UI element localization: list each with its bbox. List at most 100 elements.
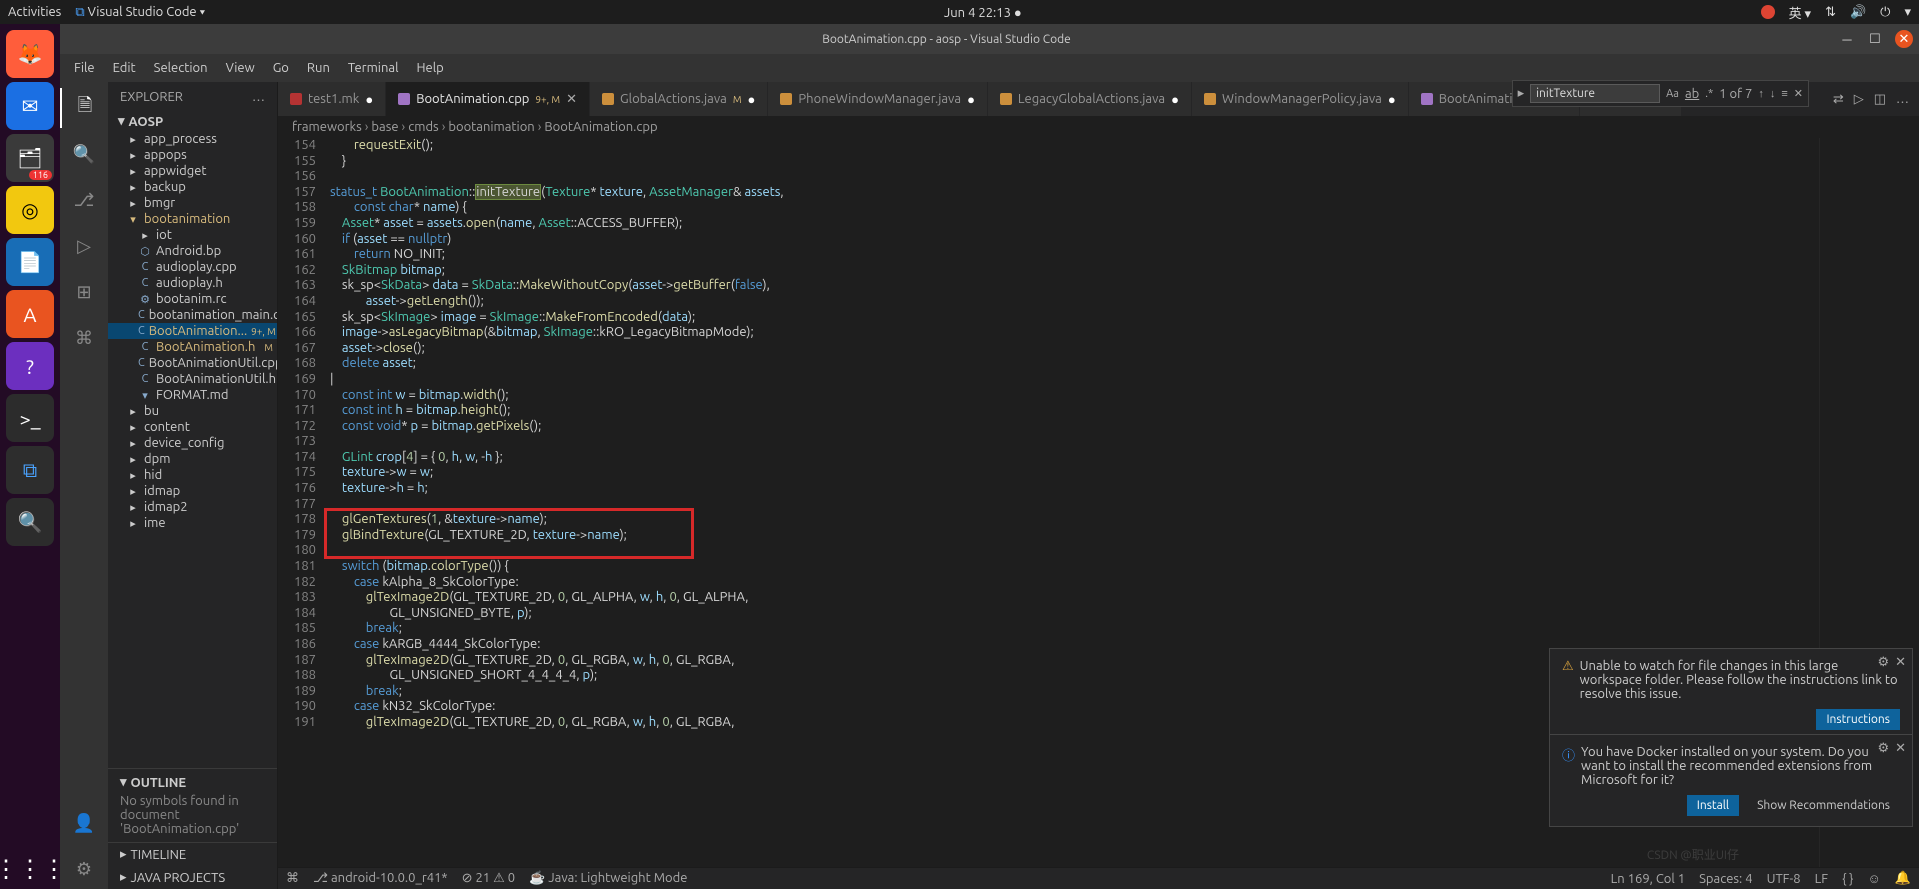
menu-terminal[interactable]: Terminal <box>340 58 407 78</box>
close-icon[interactable]: ✕ <box>1794 87 1803 100</box>
chevron-down-icon[interactable]: ▾ <box>1904 5 1911 20</box>
problems-status[interactable]: ⊘ 21 ⚠ 0 <box>462 871 515 886</box>
tree-item[interactable]: ▸appwidget <box>108 163 277 179</box>
notification-dot-icon[interactable] <box>1761 5 1775 19</box>
breadcrumb-item[interactable]: BootAnimation.cpp <box>544 120 657 134</box>
chevron-right-icon[interactable]: ▸ <box>120 870 127 885</box>
launcher-files[interactable]: 🗂116 <box>6 134 54 182</box>
launcher-firefox[interactable]: 🦊 <box>6 30 54 78</box>
tree-item[interactable]: ⬡Android.bp <box>108 243 277 259</box>
launcher-vscode[interactable]: ⧉ <box>6 446 54 494</box>
chevron-down-icon[interactable]: ▾ <box>118 114 125 129</box>
tree-item[interactable]: ▾FORMAT.md <box>108 387 277 403</box>
tree-item[interactable]: ▸iot <box>108 227 277 243</box>
editor-tab[interactable]: PhoneWindowManager.java● <box>768 82 988 116</box>
run-debug-icon[interactable]: ▷ <box>60 226 108 266</box>
window-minimize[interactable]: ─ <box>1833 29 1861 49</box>
show-recommendations-button[interactable]: Show Recommendations <box>1747 795 1900 816</box>
install-button[interactable]: Install <box>1687 795 1739 816</box>
menu-edit[interactable]: Edit <box>105 58 144 78</box>
sidebar-more-icon[interactable]: … <box>252 90 265 104</box>
show-apps-icon[interactable]: ⋮⋮⋮ <box>0 855 66 883</box>
menu-help[interactable]: Help <box>408 58 451 78</box>
cursor-position[interactable]: Ln 169, Col 1 <box>1611 872 1685 886</box>
file-tree[interactable]: ▸app_process▸appops▸appwidget▸backup▸bmg… <box>108 131 277 768</box>
find-in-selection-icon[interactable]: ≡ <box>1781 88 1787 100</box>
tree-item[interactable]: ▸idmap <box>108 483 277 499</box>
editor-tab[interactable]: GlobalActions.javaM● <box>590 82 768 116</box>
encoding[interactable]: UTF-8 <box>1767 872 1801 886</box>
accounts-icon[interactable]: 👤 <box>60 803 108 843</box>
tree-item[interactable]: Caudioplay.h <box>108 275 277 291</box>
prev-match-icon[interactable]: ↑ <box>1758 88 1764 100</box>
breadcrumb-item[interactable]: bootanimation <box>448 120 534 134</box>
ime-indicator[interactable]: 英 ▾ <box>1789 3 1812 22</box>
close-icon[interactable]: ✕ <box>1895 741 1906 756</box>
tree-item[interactable]: ▸content <box>108 419 277 435</box>
editor-tab[interactable]: BootAnimation.cpp9+, M✕ <box>386 82 590 116</box>
tree-item[interactable]: ▸backup <box>108 179 277 195</box>
tree-item[interactable]: CBootAnimation.hM <box>108 339 277 355</box>
split-icon[interactable]: ◫ <box>1874 92 1886 107</box>
tree-item[interactable]: ▸dpm <box>108 451 277 467</box>
match-case-icon[interactable]: Aa <box>1666 88 1679 100</box>
compare-icon[interactable]: ⇄ <box>1833 92 1844 107</box>
tree-item[interactable]: ▸ime <box>108 515 277 531</box>
tree-item[interactable]: CBootAnimationUtil.cpp <box>108 355 277 371</box>
gear-icon[interactable]: ⚙ <box>1877 655 1889 670</box>
regex-icon[interactable]: .* <box>1705 88 1713 100</box>
language-mode-icon[interactable]: { } <box>1842 872 1853 886</box>
source-control-icon[interactable]: ⎇ <box>60 180 108 220</box>
run-icon[interactable]: ▷ <box>1854 92 1864 107</box>
breadcrumb-item[interactable]: cmds <box>408 120 439 134</box>
java-mode[interactable]: ☕ Java: Lightweight Mode <box>529 871 687 886</box>
next-match-icon[interactable]: ↓ <box>1770 88 1776 100</box>
menu-run[interactable]: Run <box>299 58 338 78</box>
search-icon[interactable]: 🔍 <box>60 134 108 174</box>
remote-status-icon[interactable]: ⌘ <box>286 871 299 886</box>
explorer-icon[interactable]: 🗎 <box>60 88 108 128</box>
chevron-right-icon[interactable]: ▸ <box>120 847 127 862</box>
volume-icon[interactable]: 🔊 <box>1850 5 1866 20</box>
extensions-icon[interactable]: ⊞ <box>60 272 108 312</box>
launcher-magnifier[interactable]: 🔍 <box>6 498 54 546</box>
network-icon[interactable]: ⇅ <box>1825 5 1836 20</box>
breadcrumb-item[interactable]: frameworks <box>292 120 362 134</box>
activities-button[interactable]: Activities <box>8 5 61 19</box>
tree-item[interactable]: ▸hid <box>108 467 277 483</box>
editor-tab[interactable]: test1.mk● <box>278 82 386 116</box>
app-menu[interactable]: ⧉ Visual Studio Code ▾ <box>75 5 205 20</box>
notifications-icon[interactable]: 🔔 <box>1895 871 1911 886</box>
tree-item[interactable]: Cbootanimation_main.cpp <box>108 307 277 323</box>
tree-item[interactable]: ▸bu <box>108 403 277 419</box>
close-icon[interactable]: ✕ <box>566 92 577 107</box>
clock[interactable]: Jun 4 22:13 ● <box>205 5 1761 20</box>
remote-icon[interactable]: ⌘ <box>60 318 108 358</box>
chevron-down-icon[interactable]: ▾ <box>120 775 127 790</box>
window-maximize[interactable]: ☐ <box>1861 29 1889 49</box>
tree-item[interactable]: ▸idmap2 <box>108 499 277 515</box>
menu-go[interactable]: Go <box>265 58 297 78</box>
gear-icon[interactable]: ⚙ <box>1877 741 1889 756</box>
tree-item[interactable]: ▸bmgr <box>108 195 277 211</box>
settings-gear-icon[interactable]: ⚙ <box>60 849 108 889</box>
power-icon[interactable]: ⏻ <box>1880 5 1890 20</box>
window-close[interactable]: ✕ <box>1895 30 1913 48</box>
menu-selection[interactable]: Selection <box>146 58 216 78</box>
launcher-writer[interactable]: 📄 <box>6 238 54 286</box>
close-icon[interactable]: ✕ <box>1895 655 1906 670</box>
tree-item[interactable]: ▸appops <box>108 147 277 163</box>
tree-item[interactable]: CBootAnimation...9+, M <box>108 323 277 339</box>
breadcrumb-item[interactable]: base <box>371 120 398 134</box>
tree-item[interactable]: Caudioplay.cpp <box>108 259 277 275</box>
launcher-terminal[interactable]: >_ <box>6 394 54 442</box>
breadcrumb[interactable]: frameworks›base›cmds›bootanimation›BootA… <box>278 116 1919 138</box>
find-input[interactable] <box>1530 84 1660 103</box>
tree-item[interactable]: ▸app_process <box>108 131 277 147</box>
launcher-rhythmbox[interactable]: ◎ <box>6 186 54 234</box>
chevron-right-icon[interactable]: ▸ <box>1518 86 1525 101</box>
feedback-icon[interactable]: ☺ <box>1868 871 1881 886</box>
tree-item[interactable]: ▾bootanimation <box>108 211 277 227</box>
instructions-button[interactable]: Instructions <box>1816 709 1900 730</box>
tree-item[interactable]: ⚙bootanim.rc <box>108 291 277 307</box>
